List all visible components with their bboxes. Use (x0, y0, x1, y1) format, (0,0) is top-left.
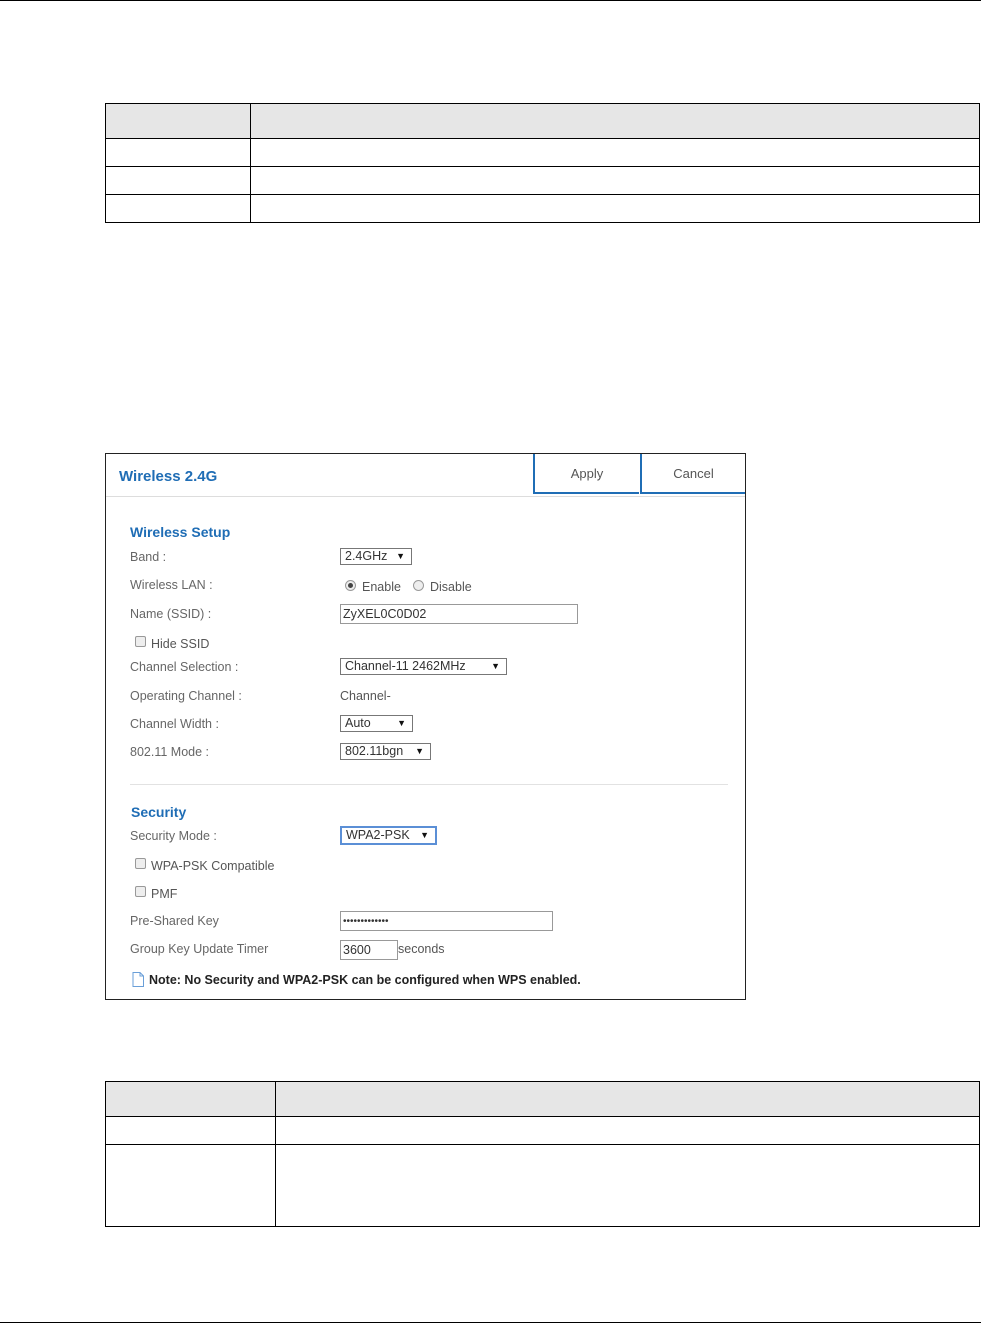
security-mode-label: Security Mode : (130, 829, 217, 843)
chevron-down-icon: ▼ (397, 718, 406, 728)
enable-radio[interactable] (345, 580, 356, 591)
channel-width-select[interactable]: Auto ▼ (340, 715, 413, 732)
table-header-row (105, 1081, 980, 1117)
mode-select[interactable]: 802.11bgn ▼ (340, 743, 431, 760)
bottom-table (105, 1081, 980, 1227)
note: Note: No Security and WPA2-PSK can be co… (132, 972, 581, 987)
mode-value: 802.11bgn (345, 744, 404, 758)
psk-label: Pre-Shared Key (130, 914, 219, 928)
chevron-down-icon: ▼ (396, 551, 405, 561)
wpa-psk-compatible-checkbox[interactable] (135, 858, 146, 869)
mode-label: 802.11 Mode : (130, 745, 209, 759)
operating-channel-label: Operating Channel : (130, 689, 242, 703)
channel-width-value: Auto (345, 716, 371, 730)
table-header-row (105, 103, 980, 139)
header-divider (106, 496, 745, 497)
wireless-panel: Wireless 2.4G Apply Cancel Wireless Setu… (105, 453, 746, 1000)
channel-selection-label: Channel Selection : (130, 660, 239, 674)
timer-unit-label: seconds (398, 942, 445, 956)
wireless-lan-label: Wireless LAN : (130, 578, 213, 592)
security-mode-value: WPA2-PSK (346, 828, 410, 842)
group-key-timer-label: Group Key Update Timer (130, 942, 269, 956)
ssid-input[interactable] (340, 604, 578, 624)
pmf-checkbox[interactable] (135, 886, 146, 897)
table-row (105, 1116, 980, 1145)
channel-selection-value: Channel-11 2462MHz (345, 659, 466, 673)
chevron-down-icon: ▼ (491, 661, 500, 671)
section-divider (130, 784, 728, 785)
channel-selection-select[interactable]: Channel-11 2462MHz ▼ (340, 658, 507, 675)
group-key-timer-input[interactable] (340, 940, 398, 960)
table-row (105, 1144, 980, 1227)
table-row (105, 194, 980, 223)
wpa-psk-compatible-label: WPA-PSK Compatible (151, 859, 275, 873)
ssid-label: Name (SSID) : (130, 607, 212, 621)
band-label: Band : (130, 550, 167, 564)
note-icon (132, 972, 144, 987)
chevron-down-icon: ▼ (415, 746, 424, 756)
table-row (105, 166, 980, 195)
bottom-rule (0, 1322, 981, 1323)
disable-label: Disable (430, 580, 472, 594)
chevron-down-icon: ▼ (420, 830, 429, 840)
pmf-label: PMF (151, 887, 178, 901)
cancel-button[interactable]: Cancel (640, 454, 745, 494)
psk-input[interactable] (340, 911, 553, 931)
wireless-setup-heading: Wireless Setup (130, 524, 231, 540)
security-mode-select[interactable]: WPA2-PSK ▼ (340, 826, 437, 845)
band-select[interactable]: 2.4GHz ▼ (340, 548, 412, 565)
note-text: Note: No Security and WPA2-PSK can be co… (149, 972, 581, 987)
hide-ssid-checkbox[interactable] (135, 636, 146, 647)
disable-radio[interactable] (413, 580, 424, 591)
enable-label: Enable (362, 580, 401, 594)
panel-title: Wireless 2.4G (119, 468, 218, 485)
top-rule (0, 0, 981, 1)
hide-ssid-label: Hide SSID (151, 637, 210, 651)
apply-button[interactable]: Apply (533, 454, 639, 494)
top-table (105, 103, 980, 223)
table-row (105, 138, 980, 167)
channel-width-label: Channel Width : (130, 717, 219, 731)
security-heading: Security (131, 804, 187, 820)
operating-channel-value: Channel- (340, 689, 391, 703)
band-select-value: 2.4GHz (345, 549, 388, 563)
